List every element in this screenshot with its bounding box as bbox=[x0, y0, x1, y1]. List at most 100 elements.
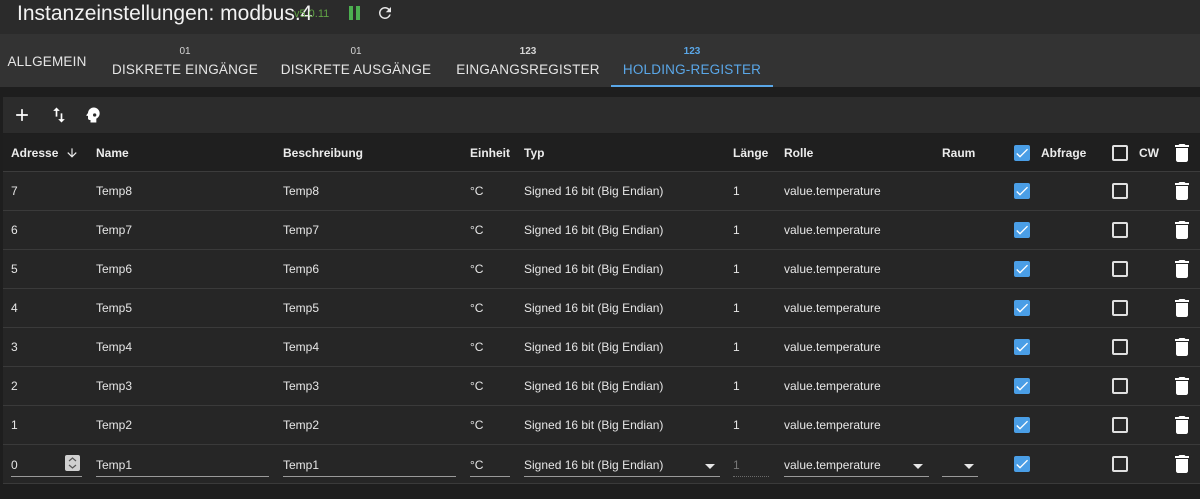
unit-cell: °C bbox=[470, 223, 484, 237]
poll-checkbox[interactable] bbox=[1014, 300, 1030, 316]
address-cell: 1 bbox=[11, 418, 18, 432]
column-address-header[interactable]: Adresse bbox=[11, 146, 79, 160]
type-select[interactable]: Signed 16 bit (Big Endian) bbox=[524, 453, 720, 477]
address-cell: 6 bbox=[11, 223, 18, 237]
delete-all-icon[interactable] bbox=[1175, 144, 1189, 162]
cw-checkbox[interactable] bbox=[1112, 339, 1128, 355]
type-cell: Signed 16 bit (Big Endian) bbox=[524, 379, 664, 393]
table-toolbar bbox=[3, 97, 1200, 133]
delete-icon[interactable] bbox=[1175, 455, 1189, 473]
column-room-header: Raum bbox=[942, 146, 976, 160]
unit-cell: °C bbox=[470, 262, 484, 276]
column-cw-header: CW bbox=[1139, 146, 1159, 160]
unit-cell: °C bbox=[470, 184, 484, 198]
delete-icon[interactable] bbox=[1175, 338, 1189, 356]
description-cell: Temp8 bbox=[283, 184, 320, 198]
table-row: 7 Temp8 Temp8 °C Signed 16 bit (Big Endian) 1… bbox=[3, 172, 1200, 211]
length-cell: 1 bbox=[733, 262, 740, 276]
tab-holding-register[interactable]: 123 HOLDING-REGISTER bbox=[611, 34, 773, 87]
chevron-down-icon bbox=[964, 464, 974, 469]
column-role-header: Rolle bbox=[784, 146, 814, 160]
role-cell: value.temperature bbox=[784, 262, 881, 276]
pause-icon[interactable] bbox=[348, 6, 360, 20]
chevron-down-icon bbox=[913, 464, 923, 469]
name-input[interactable]: Temp1 bbox=[96, 453, 269, 477]
address-stepper[interactable] bbox=[65, 455, 80, 471]
chevron-down-icon bbox=[705, 464, 715, 469]
tab-eingangsregister[interactable]: 123 EINGANGSREGISTER bbox=[450, 34, 606, 87]
role-cell: value.temperature bbox=[784, 379, 881, 393]
type-cell: Signed 16 bit (Big Endian) bbox=[524, 418, 664, 432]
type-cell: Signed 16 bit (Big Endian) bbox=[524, 340, 664, 354]
edit-row: 0 Temp1 Temp1 °C Signed 16 bit (Big Endi… bbox=[3, 445, 1200, 484]
description-cell: Temp5 bbox=[283, 301, 320, 315]
role-cell: value.temperature bbox=[784, 184, 881, 198]
type-cell: Signed 16 bit (Big Endian) bbox=[524, 184, 664, 198]
room-select[interactable] bbox=[942, 453, 978, 477]
table-row: 1 Temp2 Temp2 °C Signed 16 bit (Big Endian) 1… bbox=[3, 406, 1200, 445]
column-description-header: Beschreibung bbox=[283, 146, 364, 160]
name-cell: Temp2 bbox=[96, 418, 133, 432]
poll-checkbox[interactable] bbox=[1014, 378, 1030, 394]
delete-icon[interactable] bbox=[1175, 182, 1189, 200]
delete-icon[interactable] bbox=[1175, 377, 1189, 395]
cw-checkbox[interactable] bbox=[1112, 261, 1128, 277]
length-input: 1 bbox=[733, 453, 769, 477]
tab-diskrete-eingaenge[interactable]: 01 DISKRETE EINGÄNGE bbox=[104, 34, 266, 87]
address-cell: 7 bbox=[11, 184, 18, 198]
poll-checkbox[interactable] bbox=[1014, 183, 1030, 199]
cw-checkbox[interactable] bbox=[1112, 183, 1128, 199]
table-row: 5 Temp6 Temp6 °C Signed 16 bit (Big Endian) 1… bbox=[3, 250, 1200, 289]
column-poll-header: Abfrage bbox=[1041, 146, 1087, 160]
delete-icon[interactable] bbox=[1175, 260, 1189, 278]
name-cell: Temp6 bbox=[96, 262, 133, 276]
table-row: 6 Temp7 Temp7 °C Signed 16 bit (Big Endian) 1… bbox=[3, 211, 1200, 250]
header-poll-checkbox[interactable] bbox=[1014, 145, 1030, 161]
length-cell: 1 bbox=[733, 301, 740, 315]
role-cell: value.temperature bbox=[784, 418, 881, 432]
name-cell: Temp4 bbox=[96, 340, 133, 354]
table-row: 2 Temp3 Temp3 °C Signed 16 bit (Big Endian) 1… bbox=[3, 367, 1200, 406]
head-icon[interactable] bbox=[83, 105, 103, 125]
cw-checkbox[interactable] bbox=[1112, 417, 1128, 433]
address-cell: 3 bbox=[11, 340, 18, 354]
poll-checkbox[interactable] bbox=[1014, 222, 1030, 238]
import-export-icon[interactable] bbox=[49, 105, 69, 125]
role-select[interactable]: value.temperature bbox=[784, 453, 929, 477]
name-cell: Temp8 bbox=[96, 184, 133, 198]
cw-checkbox[interactable] bbox=[1112, 378, 1128, 394]
unit-cell: °C bbox=[470, 418, 484, 432]
cw-checkbox[interactable] bbox=[1112, 222, 1128, 238]
type-cell: Signed 16 bit (Big Endian) bbox=[524, 223, 664, 237]
tab-allgemein[interactable]: ALLGEMEIN bbox=[0, 34, 94, 87]
poll-checkbox[interactable] bbox=[1014, 261, 1030, 277]
arrow-down-icon bbox=[67, 148, 77, 158]
table-row: 4 Temp5 Temp5 °C Signed 16 bit (Big Endian) 1… bbox=[3, 289, 1200, 328]
tab-bar: ALLGEMEIN 01 DISKRETE EINGÄNGE 01 DISKRE… bbox=[0, 34, 1200, 87]
description-input[interactable]: Temp1 bbox=[283, 453, 456, 477]
instance-header: Instanzeinstellungen: modbus.4 v5.0.11 bbox=[0, 0, 1200, 34]
poll-checkbox[interactable] bbox=[1014, 339, 1030, 355]
cw-checkbox[interactable] bbox=[1112, 456, 1128, 472]
reload-icon[interactable] bbox=[376, 4, 394, 22]
delete-icon[interactable] bbox=[1175, 416, 1189, 434]
length-cell: 1 bbox=[733, 223, 740, 237]
description-cell: Temp3 bbox=[283, 379, 320, 393]
length-cell: 1 bbox=[733, 340, 740, 354]
role-cell: value.temperature bbox=[784, 301, 881, 315]
unit-input[interactable]: °C bbox=[470, 453, 510, 477]
poll-checkbox[interactable] bbox=[1014, 417, 1030, 433]
tab-diskrete-ausgaenge[interactable]: 01 DISKRETE AUSGÄNGE bbox=[274, 34, 438, 87]
version-label: v5.0.11 bbox=[294, 8, 330, 20]
cw-checkbox[interactable] bbox=[1112, 300, 1128, 316]
holding-register-table: Adresse Name Beschreibung Einheit Typ Lä… bbox=[3, 134, 1200, 484]
column-type-header: Typ bbox=[524, 146, 545, 160]
type-cell: Signed 16 bit (Big Endian) bbox=[524, 262, 664, 276]
column-length-header: Länge bbox=[733, 146, 769, 160]
add-icon[interactable] bbox=[12, 105, 32, 125]
header-cw-checkbox[interactable] bbox=[1112, 145, 1128, 161]
poll-checkbox[interactable] bbox=[1014, 456, 1030, 472]
description-cell: Temp6 bbox=[283, 262, 320, 276]
delete-icon[interactable] bbox=[1175, 299, 1189, 317]
delete-icon[interactable] bbox=[1175, 221, 1189, 239]
